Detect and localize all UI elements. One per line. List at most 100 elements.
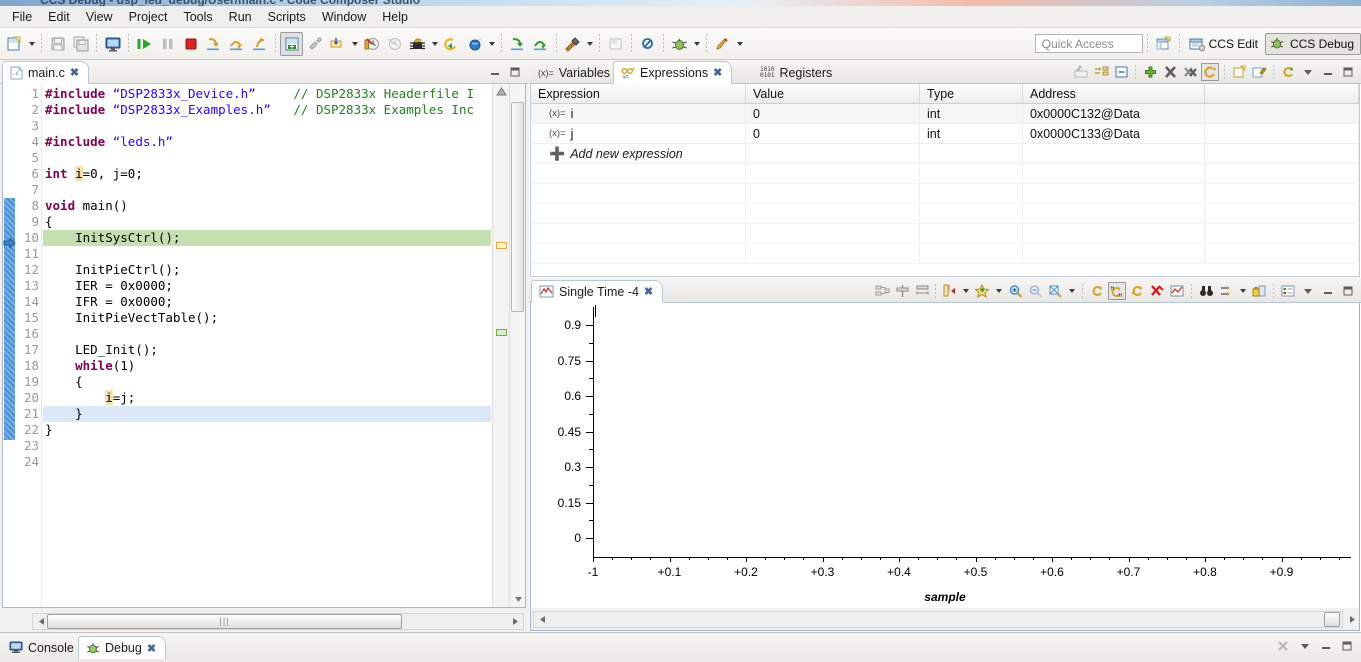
menu-tools[interactable]: Tools: [175, 8, 220, 26]
graph-measurement-icon[interactable]: [940, 282, 958, 300]
code-line[interactable]: void main(): [43, 198, 491, 214]
disconnect-icon[interactable]: [326, 32, 349, 56]
debug-dropdown-arrow[interactable]: [691, 32, 702, 56]
editor-vertical-scrollbar[interactable]: [509, 84, 525, 607]
zoom-reset-icon[interactable]: [1046, 282, 1064, 300]
cell-expression[interactable]: (x)= j: [531, 124, 746, 143]
restart-icon[interactable]: [440, 32, 463, 56]
graph-horizontal-scrollbar[interactable]: [533, 610, 1343, 628]
remove-expression-icon[interactable]: [1161, 63, 1179, 81]
save-all-icon[interactable]: [69, 32, 92, 56]
sync-cursor-icon[interactable]: [1217, 282, 1235, 300]
bottom-view-menu-icon[interactable]: [1296, 637, 1314, 655]
collapse-all-icon[interactable]: [1112, 63, 1130, 81]
graph-plot-area[interactable]: 0.9 0.75 0.6 0.45 0.3 0.15 0 -1 +0.1 +0.2 +0.3 +0.…: [531, 303, 1359, 606]
code-line[interactable]: while(1): [43, 358, 491, 374]
disconnect-dropdown-arrow[interactable]: [349, 32, 360, 56]
reload-program-icon[interactable]: [303, 32, 326, 56]
tab-debug-close-icon[interactable]: ✖: [147, 642, 156, 655]
auto-refresh-icon[interactable]: [1128, 282, 1146, 300]
terminate-icon[interactable]: [179, 32, 202, 56]
code-line[interactable]: [43, 246, 491, 262]
show-type-names-icon[interactable]: [1072, 63, 1090, 81]
column-header-address[interactable]: Address: [1023, 84, 1205, 103]
graph-align-center-icon[interactable]: [893, 282, 911, 300]
remove-all-expressions-icon[interactable]: [1181, 63, 1199, 81]
chip-dropdown-arrow[interactable]: [429, 32, 440, 56]
refresh-expressions-icon[interactable]: [1201, 63, 1219, 81]
bottom-clear-icon[interactable]: [1275, 637, 1293, 655]
view-menu-icon[interactable]: [1299, 63, 1317, 81]
bottom-minimize-button[interactable]: [1317, 637, 1335, 655]
menu-scripts[interactable]: Scripts: [260, 8, 314, 26]
save-icon[interactable]: [46, 32, 69, 56]
code-line[interactable]: [43, 182, 491, 198]
editor-overview-ruler[interactable]: [492, 84, 509, 607]
editor-hscroll-thumb[interactable]: |||: [47, 613, 402, 629]
code-line[interactable]: }: [43, 406, 491, 422]
graph-add-series-icon[interactable]: [973, 282, 991, 300]
graph-hscroll-thumb[interactable]: [1324, 611, 1340, 627]
console-icon[interactable]: [101, 32, 124, 56]
code-line[interactable]: LED_Init();: [43, 342, 491, 358]
chip-icon[interactable]: [406, 32, 429, 56]
lock-graph-icon[interactable]: [1250, 282, 1268, 300]
export-graph-icon[interactable]: [1168, 282, 1186, 300]
new-watch-icon[interactable]: [1230, 63, 1248, 81]
column-header-expression[interactable]: Expression: [531, 84, 746, 103]
continuous-refresh-icon[interactable]: H H: [1108, 282, 1126, 300]
code-line[interactable]: int i=0, j=0;: [43, 166, 491, 182]
step-into-icon[interactable]: [202, 32, 225, 56]
add-new-expression-cell[interactable]: ➕ Add new expression: [531, 144, 746, 163]
cell-value[interactable]: 0: [746, 124, 920, 143]
editor-horizontal-scrollbar[interactable]: |||: [32, 612, 524, 630]
editor-tab-close-icon[interactable]: ✖: [70, 66, 79, 79]
code-line[interactable]: }: [43, 422, 491, 438]
tab-variables[interactable]: (x)= Variables: [531, 61, 619, 84]
code-line[interactable]: {: [43, 214, 491, 230]
globe-dropdown-arrow[interactable]: [486, 32, 497, 56]
new-dropdown-arrow[interactable]: [26, 32, 37, 56]
refresh-view-icon[interactable]: [1279, 63, 1297, 81]
editor-body[interactable]: 1 2 3 4 5 6 7 8 9 10 11 12 13 14 15 16 17 18 19 20 21 22 23 24 …: [2, 84, 526, 608]
bottom-maximize-button[interactable]: [1338, 637, 1356, 655]
code-line[interactable]: [43, 150, 491, 166]
code-line[interactable]: InitPieVectTable();: [43, 310, 491, 326]
load-program-icon[interactable]: [280, 31, 303, 56]
table-row[interactable]: (x)= i 0 int 0x0000C132@Data: [531, 104, 1359, 124]
new-project-icon[interactable]: [604, 32, 627, 56]
run-rocket-icon[interactable]: [711, 32, 734, 56]
cell-expression[interactable]: (x)= i: [531, 104, 746, 123]
add-expression-icon[interactable]: [1141, 63, 1159, 81]
resume-icon[interactable]: [133, 32, 156, 56]
expressions-maximize-button[interactable]: [1339, 63, 1357, 81]
graph-properties-icon[interactable]: [873, 282, 891, 300]
code-line[interactable]: InitSysCtrl();: [43, 230, 491, 246]
code-line[interactable]: #include “DSP2833x_Device.h” // DSP2833x…: [43, 86, 491, 102]
graph-maximize-button[interactable]: [1339, 282, 1357, 300]
edit-watch-icon[interactable]: [1250, 63, 1268, 81]
editor-hscroll-right-arrow[interactable]: [507, 614, 523, 630]
tab-console[interactable]: Console: [2, 636, 83, 659]
menu-project[interactable]: Project: [121, 8, 176, 26]
tab-single-time-4-close-icon[interactable]: ✖: [644, 285, 653, 298]
quick-access-input[interactable]: Quick Access: [1034, 34, 1143, 53]
tab-debug[interactable]: Debug ✖: [78, 636, 167, 659]
code-line[interactable]: {: [43, 374, 491, 390]
menu-help[interactable]: Help: [374, 8, 416, 26]
code-line[interactable]: IER = 0x0000;: [43, 278, 491, 294]
suspend-icon[interactable]: [156, 32, 179, 56]
menu-file[interactable]: File: [4, 8, 40, 26]
build-dropdown-arrow[interactable]: [584, 32, 595, 56]
perspective-ccs-debug[interactable]: CCS Debug: [1264, 32, 1361, 55]
collapse-expand-icon[interactable]: [1092, 63, 1110, 81]
editor-minimize-button[interactable]: [486, 63, 504, 81]
tab-single-time-4[interactable]: Single Time -4 ✖: [531, 280, 664, 303]
expressions-minimize-button[interactable]: [1319, 63, 1337, 81]
menu-run[interactable]: Run: [221, 8, 260, 26]
new-icon[interactable]: [3, 32, 26, 56]
zoom-in-icon[interactable]: [1006, 282, 1024, 300]
code-line[interactable]: [43, 118, 491, 134]
zoom-out-icon[interactable]: [1026, 282, 1044, 300]
code-line[interactable]: #include “leds.h”: [43, 134, 491, 150]
